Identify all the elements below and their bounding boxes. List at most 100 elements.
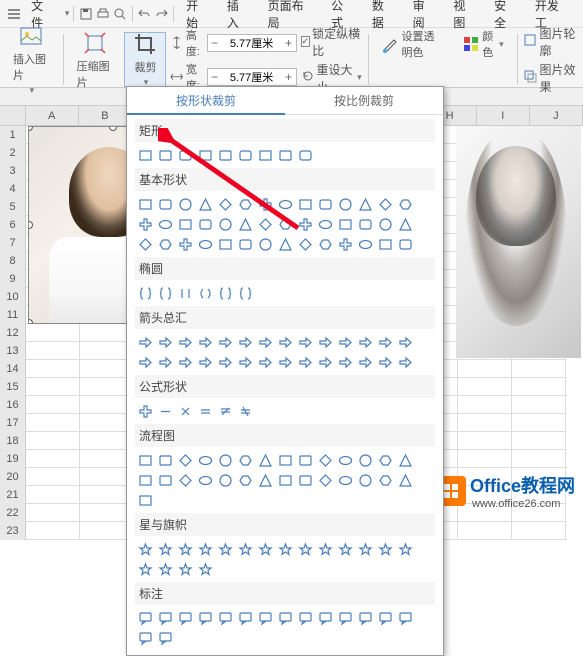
- row-header[interactable]: 7: [0, 234, 26, 252]
- shape-option[interactable]: [237, 216, 254, 233]
- cell[interactable]: [26, 486, 80, 504]
- shape-option[interactable]: [177, 561, 194, 578]
- shape-option[interactable]: [237, 472, 254, 489]
- row-header[interactable]: 21: [0, 486, 26, 504]
- shape-option[interactable]: [157, 236, 174, 253]
- shape-option[interactable]: [137, 334, 154, 351]
- col-header[interactable]: B: [79, 106, 132, 125]
- shape-option[interactable]: [337, 452, 354, 469]
- insert-picture-button[interactable]: 插入图片▾: [6, 32, 57, 87]
- cell[interactable]: [26, 360, 80, 378]
- shape-option[interactable]: [317, 236, 334, 253]
- cell[interactable]: [26, 450, 80, 468]
- shape-option[interactable]: [217, 610, 234, 627]
- compress-picture-button[interactable]: 压缩图片: [70, 32, 121, 87]
- shape-option[interactable]: [357, 541, 374, 558]
- row-header[interactable]: 3: [0, 162, 26, 180]
- row-header[interactable]: 11: [0, 306, 26, 324]
- shape-option[interactable]: [277, 196, 294, 213]
- shape-option[interactable]: [217, 236, 234, 253]
- shape-option[interactable]: [357, 610, 374, 627]
- shape-option[interactable]: [157, 630, 174, 647]
- shape-option[interactable]: [317, 452, 334, 469]
- shape-option[interactable]: [197, 285, 214, 302]
- cell[interactable]: [26, 396, 80, 414]
- shape-option[interactable]: [157, 147, 174, 164]
- shape-option[interactable]: [237, 452, 254, 469]
- shape-option[interactable]: [377, 452, 394, 469]
- shape-option[interactable]: [377, 354, 394, 371]
- shape-option[interactable]: [337, 334, 354, 351]
- row-header[interactable]: 23: [0, 522, 26, 540]
- shape-option[interactable]: [237, 196, 254, 213]
- cell[interactable]: [458, 414, 512, 432]
- row-header[interactable]: 16: [0, 396, 26, 414]
- cell[interactable]: [512, 450, 566, 468]
- shape-option[interactable]: [317, 334, 334, 351]
- shape-option[interactable]: [377, 472, 394, 489]
- shape-option[interactable]: [157, 216, 174, 233]
- shape-option[interactable]: [317, 610, 334, 627]
- shape-option[interactable]: [297, 452, 314, 469]
- shape-option[interactable]: [177, 610, 194, 627]
- shape-option[interactable]: [357, 452, 374, 469]
- shape-option[interactable]: [137, 285, 154, 302]
- row-header[interactable]: 10: [0, 288, 26, 306]
- shape-option[interactable]: [177, 403, 194, 420]
- shape-option[interactable]: [337, 216, 354, 233]
- shape-option[interactable]: [197, 236, 214, 253]
- row-header[interactable]: 2: [0, 144, 26, 162]
- cell[interactable]: [458, 378, 512, 396]
- shape-option[interactable]: [197, 216, 214, 233]
- shape-option[interactable]: [237, 147, 254, 164]
- shape-option[interactable]: [157, 285, 174, 302]
- row-header[interactable]: 20: [0, 468, 26, 486]
- row-header[interactable]: 5: [0, 198, 26, 216]
- shape-option[interactable]: [137, 236, 154, 253]
- shape-option[interactable]: [197, 472, 214, 489]
- shape-option[interactable]: [277, 216, 294, 233]
- shape-option[interactable]: [157, 334, 174, 351]
- shape-option[interactable]: [177, 472, 194, 489]
- shape-option[interactable]: [297, 472, 314, 489]
- shape-option[interactable]: [177, 285, 194, 302]
- shape-option[interactable]: [357, 236, 374, 253]
- shape-option[interactable]: [157, 541, 174, 558]
- shape-option[interactable]: [137, 561, 154, 578]
- shape-option[interactable]: [197, 561, 214, 578]
- shape-option[interactable]: [177, 452, 194, 469]
- tab-data[interactable]: 数据: [364, 0, 403, 33]
- shape-option[interactable]: [397, 452, 414, 469]
- shape-option[interactable]: [257, 610, 274, 627]
- shape-option[interactable]: [197, 196, 214, 213]
- shape-option[interactable]: [157, 610, 174, 627]
- shape-option[interactable]: [397, 236, 414, 253]
- cell[interactable]: [26, 504, 80, 522]
- shape-option[interactable]: [377, 196, 394, 213]
- col-header[interactable]: A: [26, 106, 79, 125]
- shape-option[interactable]: [297, 541, 314, 558]
- shape-option[interactable]: [217, 196, 234, 213]
- row-header[interactable]: 19: [0, 450, 26, 468]
- shape-option[interactable]: [177, 147, 194, 164]
- shape-option[interactable]: [237, 541, 254, 558]
- shape-option[interactable]: [317, 216, 334, 233]
- cell[interactable]: [458, 522, 512, 540]
- shape-option[interactable]: [137, 147, 154, 164]
- shape-option[interactable]: [177, 354, 194, 371]
- cell[interactable]: [458, 360, 512, 378]
- shape-option[interactable]: [157, 472, 174, 489]
- shape-option[interactable]: [377, 541, 394, 558]
- preview-icon[interactable]: [113, 6, 128, 22]
- shape-option[interactable]: [377, 610, 394, 627]
- shape-option[interactable]: [137, 354, 154, 371]
- shape-option[interactable]: [257, 354, 274, 371]
- crop-button[interactable]: 裁剪▾: [124, 32, 166, 87]
- shape-option[interactable]: [217, 334, 234, 351]
- shape-option[interactable]: [137, 492, 154, 509]
- cell[interactable]: [26, 324, 80, 342]
- row-header[interactable]: 18: [0, 432, 26, 450]
- save-icon[interactable]: [78, 6, 93, 22]
- shape-option[interactable]: [217, 354, 234, 371]
- shape-option[interactable]: [377, 334, 394, 351]
